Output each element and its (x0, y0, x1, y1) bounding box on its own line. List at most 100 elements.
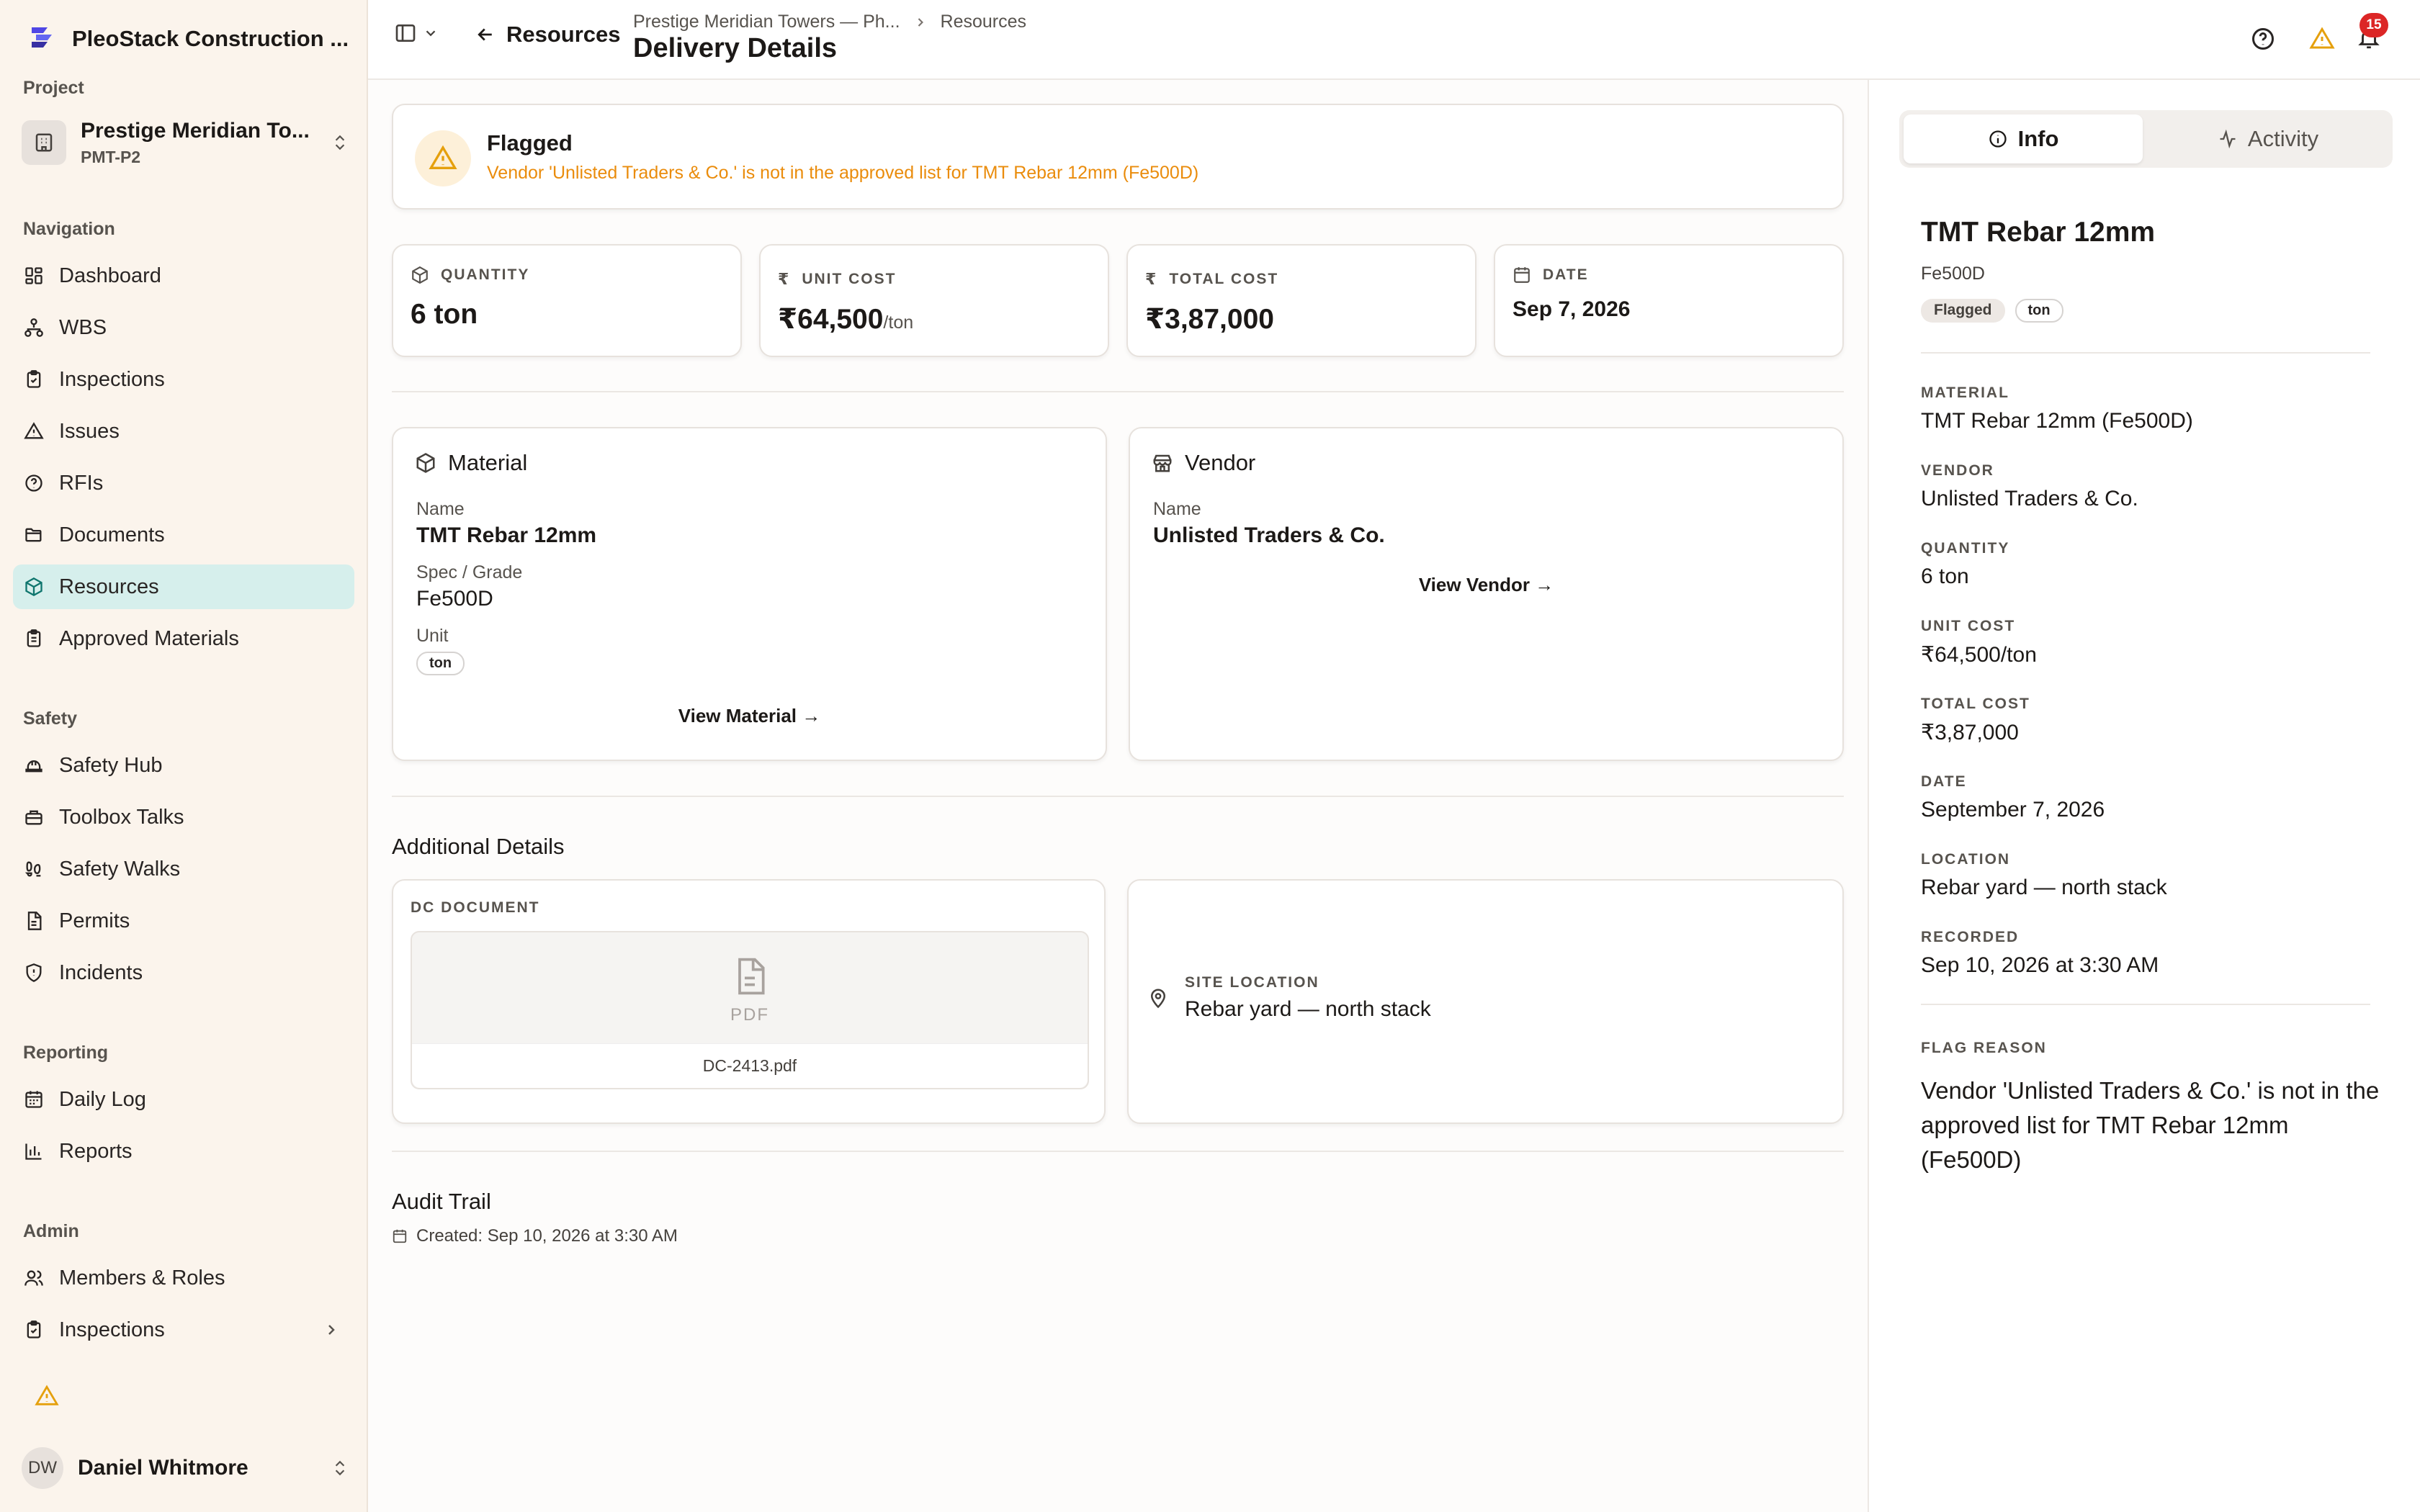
top-header: Resources Prestige Meridian Towers — Ph.… (368, 0, 2420, 80)
field-label: Name (416, 499, 465, 519)
flag-banner: Flagged Vendor 'Unlisted Traders & Co.' … (392, 104, 1844, 210)
field-label: MATERIAL (1921, 384, 2009, 401)
help-circle-icon (2250, 26, 2276, 52)
brand[interactable]: PleoStack Construction ... (26, 22, 349, 56)
dc-document-card: DC DOCUMENT PDF DC-2413.pdf (392, 879, 1106, 1124)
field-label: TOTAL COST (1921, 696, 2030, 712)
package-icon (415, 452, 436, 474)
card-title: Material (448, 450, 528, 475)
sidebar: PleoStack Construction ... Project Prest… (0, 0, 368, 1512)
sidebar-item-reports[interactable]: Reports (13, 1129, 354, 1174)
package-icon (411, 266, 429, 284)
project-switcher[interactable]: Prestige Meridian To... PMT-P2 (22, 112, 349, 174)
file-name: DC-2413.pdf (412, 1043, 1088, 1088)
warning-icon[interactable] (35, 1384, 59, 1408)
project-code: PMT-P2 (81, 147, 141, 166)
sidebar-item-label: Inspections (59, 367, 165, 391)
material-name: TMT Rebar 12mm (416, 523, 597, 547)
sidebar-item-dashboard[interactable]: Dashboard (13, 253, 354, 298)
flagged-badge: Flagged (1921, 299, 2005, 323)
navigation-section-label: Navigation (23, 219, 115, 239)
package-icon (23, 576, 45, 598)
arrow-left-icon (475, 24, 496, 45)
card-title: Vendor (1185, 450, 1256, 475)
sidebar-item-label: Resources (59, 575, 159, 598)
sidebar-item-resources[interactable]: Resources (13, 564, 354, 609)
sidebar-item-rfis[interactable]: RFIs (13, 461, 354, 505)
sidebar-item-wbs[interactable]: WBS (13, 305, 354, 350)
sidebar-item-label: Documents (59, 523, 165, 546)
sidebar-item-toolbox-talks[interactable]: Toolbox Talks (13, 795, 354, 840)
material-spec: Fe500D (416, 587, 493, 611)
sidebar-item-approved-materials[interactable]: Approved Materials (13, 616, 354, 661)
toolbox-icon (23, 806, 45, 828)
divider (392, 796, 1844, 797)
help-button[interactable] (2250, 26, 2276, 52)
sidebar-item-label: RFIs (59, 471, 104, 495)
map-pin-icon (1147, 987, 1169, 1009)
unit-cost-stat-card: ₹ UNIT COST ₹64,500/ton (759, 244, 1109, 357)
field-value: September 7, 2026 (1921, 798, 2105, 822)
divider (392, 391, 1844, 392)
alerts-button[interactable] (2309, 26, 2335, 52)
audit-created-text: Created: Sep 10, 2026 at 3:30 AM (416, 1226, 678, 1246)
calendar-icon (392, 1228, 408, 1244)
stat-label: UNIT COST (802, 271, 897, 287)
flag-reason-text: Vendor 'Unlisted Traders & Co.' is not i… (1921, 1077, 2380, 1173)
field-label: Name (1153, 499, 1201, 519)
breadcrumb-resources[interactable]: Resources (941, 12, 1027, 32)
quantity-stat-card: QUANTITY 6 ton (392, 244, 742, 357)
shield-alert-icon (23, 962, 45, 984)
chevrons-up-down-icon (331, 1459, 349, 1477)
sidebar-toggle-button[interactable] (394, 22, 439, 45)
sidebar-item-incidents[interactable]: Incidents (13, 950, 354, 995)
stat-value: ₹3,87,000 (1145, 304, 1274, 335)
clipboard-check-icon (23, 369, 45, 390)
sidebar-item-issues[interactable]: Issues (13, 409, 354, 454)
logo-icon (26, 23, 58, 55)
sidebar-item-label: Daily Log (59, 1087, 146, 1111)
divider (392, 1151, 1844, 1152)
page-title: Delivery Details (633, 33, 838, 63)
sidebar-item-permits[interactable]: Permits (13, 899, 354, 943)
field-label: Spec / Grade (416, 562, 523, 582)
user-menu[interactable]: DW Daniel Whitmore (22, 1444, 349, 1492)
tab-activity[interactable]: Activity (2148, 114, 2388, 163)
audit-created: Created: Sep 10, 2026 at 3:30 AM (392, 1226, 678, 1246)
unit-chip: ton (416, 652, 465, 675)
sidebar-item-documents[interactable]: Documents (13, 513, 354, 557)
sidebar-item-members-roles[interactable]: Members & Roles (13, 1256, 354, 1300)
sidebar-item-inspections[interactable]: Inspections (13, 357, 354, 402)
date-stat-card: DATE Sep 7, 2026 (1494, 244, 1844, 357)
tab-info[interactable]: Info (1904, 114, 2143, 163)
rupee-icon: ₹ (778, 270, 791, 288)
chevron-right-icon (323, 1321, 340, 1338)
field-value: Rebar yard — north stack (1921, 876, 2167, 899)
field-label: DATE (1921, 773, 1967, 790)
field-value: Sep 10, 2026 at 3:30 AM (1921, 953, 2159, 977)
chevrons-up-down-icon (331, 133, 349, 152)
field-label: RECORDED (1921, 929, 2020, 945)
sidebar-item-daily-log[interactable]: Daily Log (13, 1077, 354, 1122)
sidebar-item-safety-walks[interactable]: Safety Walks (13, 847, 354, 891)
view-material-button[interactable]: View Material → (393, 705, 1106, 727)
notifications-button[interactable]: 15 (2357, 13, 2388, 55)
folder-icon (23, 524, 45, 546)
back-button[interactable]: Resources (475, 22, 621, 48)
breadcrumb: Prestige Meridian Towers — Ph... Resourc… (633, 12, 1026, 32)
sidebar-item-safety-hub[interactable]: Safety Hub (13, 743, 354, 788)
field-label: VENDOR (1921, 462, 1994, 479)
sidebar-item-inspections-admin[interactable]: Inspections (13, 1308, 354, 1352)
breadcrumb-project[interactable]: Prestige Meridian Towers — Ph... (633, 12, 900, 32)
stat-label: DATE (1543, 266, 1589, 283)
pdf-preview[interactable]: PDF DC-2413.pdf (411, 931, 1089, 1089)
view-vendor-button[interactable]: View Vendor → (1130, 574, 1842, 596)
sidebar-item-label: Reports (59, 1139, 133, 1163)
tab-label: Info (2017, 126, 2059, 151)
reporting-section-label: Reporting (23, 1043, 109, 1063)
audit-trail-heading: Audit Trail (392, 1189, 491, 1214)
users-icon (23, 1267, 45, 1289)
chevron-right-icon (913, 15, 928, 30)
panel-subtitle: Fe500D (1921, 264, 1985, 284)
field-label: QUANTITY (1921, 540, 2010, 557)
